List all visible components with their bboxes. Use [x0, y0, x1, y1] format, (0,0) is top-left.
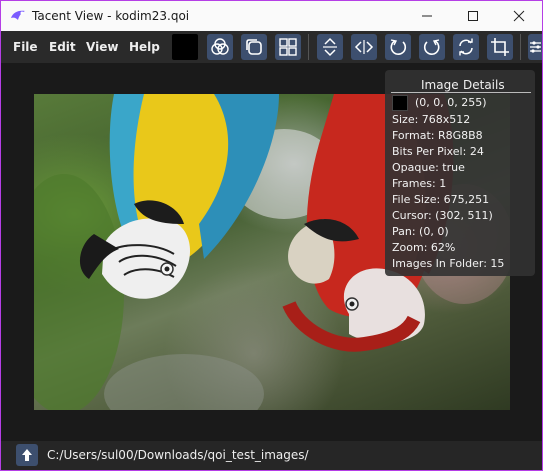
- info-bpp: Bits Per Pixel: 24: [392, 145, 484, 158]
- menu-file[interactable]: File: [13, 40, 38, 54]
- info-file-size: File Size: 675,251: [392, 193, 490, 206]
- maximize-button[interactable]: [450, 1, 496, 31]
- title-bar: Tacent View - kodim23.qoi: [1, 1, 542, 31]
- close-icon: [513, 10, 525, 22]
- refresh-button[interactable]: [453, 34, 479, 60]
- crop-icon: [491, 38, 509, 56]
- flip-horizontal-icon: [354, 40, 374, 54]
- toolbar-separator: [520, 34, 521, 60]
- adjust-icon: [530, 41, 541, 53]
- flip-vertical-icon: [323, 37, 337, 57]
- flip-horizontal-button[interactable]: [351, 34, 377, 60]
- grid-icon: [279, 38, 297, 56]
- color-swatch-button[interactable]: [172, 34, 198, 60]
- info-opaque: Opaque: true: [392, 161, 465, 174]
- menu-help[interactable]: Help: [129, 40, 160, 54]
- pixel-color-value: (0, 0, 0, 255): [415, 96, 487, 109]
- window-title: Tacent View - kodim23.qoi: [32, 9, 190, 23]
- close-button[interactable]: [496, 1, 542, 31]
- tab-underline: [391, 92, 531, 93]
- maximize-icon: [468, 11, 478, 21]
- info-format: Format: R8G8B8: [392, 129, 483, 142]
- info-frames: Frames: 1: [392, 177, 447, 190]
- info-size: Size: 768x512: [392, 113, 471, 126]
- up-folder-button[interactable]: [16, 444, 38, 466]
- channels-icon: [211, 38, 229, 55]
- flip-vertical-button[interactable]: [317, 34, 343, 60]
- status-bar: C:/Users/sul00/Downloads/qoi_test_images…: [1, 441, 542, 470]
- channels-button[interactable]: [207, 34, 233, 60]
- app-logo-icon: [9, 8, 27, 24]
- square-icon: [246, 39, 262, 55]
- rotate-right-icon: [423, 39, 440, 55]
- tile-button[interactable]: [241, 34, 267, 60]
- adjust-button[interactable]: [528, 34, 542, 60]
- rotate-left-button[interactable]: [385, 34, 411, 60]
- pixel-color-swatch: [392, 95, 408, 111]
- info-cursor: Cursor: (302, 511): [392, 209, 493, 222]
- info-zoom: Zoom: 62%: [392, 241, 456, 254]
- tab-image[interactable]: Image: [421, 78, 459, 92]
- minimize-button[interactable]: [404, 1, 450, 31]
- folder-path: C:/Users/sul00/Downloads/qoi_test_images…: [47, 448, 309, 462]
- info-overlay: Image Details (0, 0, 0, 255) Size: 768x5…: [385, 70, 535, 276]
- tab-details[interactable]: Details: [463, 78, 505, 92]
- minimize-icon: [422, 15, 432, 17]
- info-images-in-folder: Images In Folder: 15: [392, 257, 505, 270]
- menu-edit[interactable]: Edit: [49, 40, 76, 54]
- arrow-up-icon: [22, 449, 32, 461]
- refresh-icon: [459, 38, 473, 56]
- crop-button[interactable]: [487, 34, 513, 60]
- menu-toolbar: File Edit View Help: [1, 31, 542, 63]
- menu-view[interactable]: View: [86, 40, 118, 54]
- rotate-right-button[interactable]: [419, 34, 445, 60]
- rotate-left-icon: [390, 39, 407, 55]
- app-window: Tacent View - kodim23.qoi File Edit View…: [1, 1, 542, 470]
- contact-sheet-button[interactable]: [275, 34, 301, 60]
- toolbar-separator: [308, 34, 309, 60]
- info-pan: Pan: (0, 0): [392, 225, 449, 238]
